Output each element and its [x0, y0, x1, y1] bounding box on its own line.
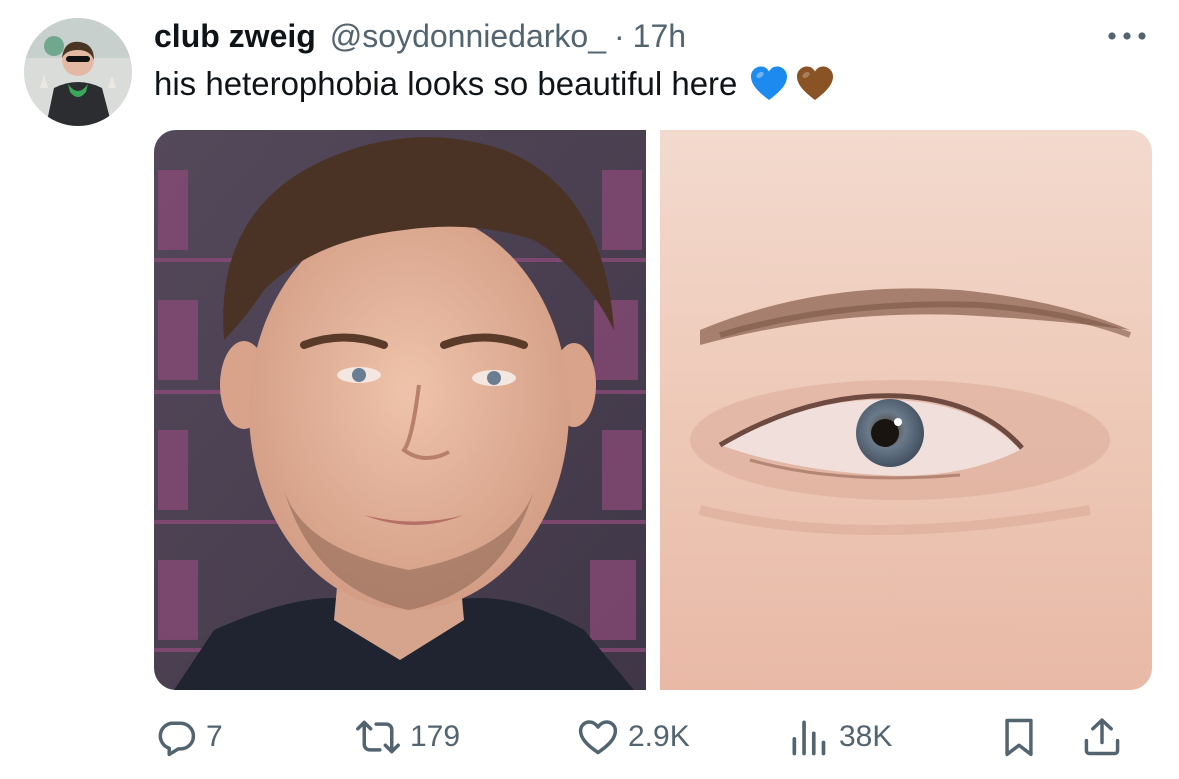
avatar[interactable] [24, 18, 132, 126]
display-name[interactable]: club zweig [154, 18, 316, 55]
user-handle[interactable]: @soydonniedarko_ [330, 18, 606, 55]
reply-button[interactable]: 7 [154, 712, 223, 762]
tweet-body: his heterophobia looks so beautiful here [154, 65, 738, 102]
more-options-button[interactable] [1105, 22, 1149, 50]
media-photo-portrait[interactable] [154, 130, 646, 690]
media-grid [154, 130, 1152, 690]
bookmark-icon [1005, 718, 1033, 757]
avatar-image [24, 18, 132, 126]
bookmark-button[interactable] [997, 712, 1041, 762]
views-button[interactable]: 38K [787, 712, 892, 762]
blue-heart-icon [751, 66, 788, 100]
upload-share-icon [1084, 718, 1120, 756]
brown-heart-icon [797, 66, 834, 100]
retweet-arrows-icon [356, 720, 400, 754]
media-photo-eye-closeup[interactable] [660, 130, 1152, 690]
tweet-header: club zweig @soydonniedarko_ · 17h [154, 14, 686, 58]
retweet-count: 179 [410, 720, 461, 753]
reply-count: 7 [206, 720, 223, 753]
views-count: 38K [839, 720, 893, 753]
portrait-photo [154, 130, 646, 690]
bar-chart-icon [792, 720, 826, 756]
like-count: 2.9K [628, 720, 690, 753]
share-button[interactable] [1080, 712, 1124, 762]
tweet-text: his heterophobia looks so beautiful here [154, 60, 835, 108]
timestamp[interactable]: 17h [633, 18, 686, 55]
ellipsis-icon [1108, 32, 1146, 40]
like-button[interactable]: 2.9K [576, 712, 690, 762]
action-bar: 7 179 2.9K 38K [154, 712, 1144, 762]
separator-dot: · [614, 17, 625, 54]
speech-bubble-icon [158, 721, 196, 757]
retweet-button[interactable]: 179 [354, 712, 460, 762]
tweet: club zweig @soydonniedarko_ · 17h his he… [0, 0, 1179, 779]
eye-closeup-photo [660, 130, 1152, 690]
heart-outline-icon [578, 720, 618, 755]
